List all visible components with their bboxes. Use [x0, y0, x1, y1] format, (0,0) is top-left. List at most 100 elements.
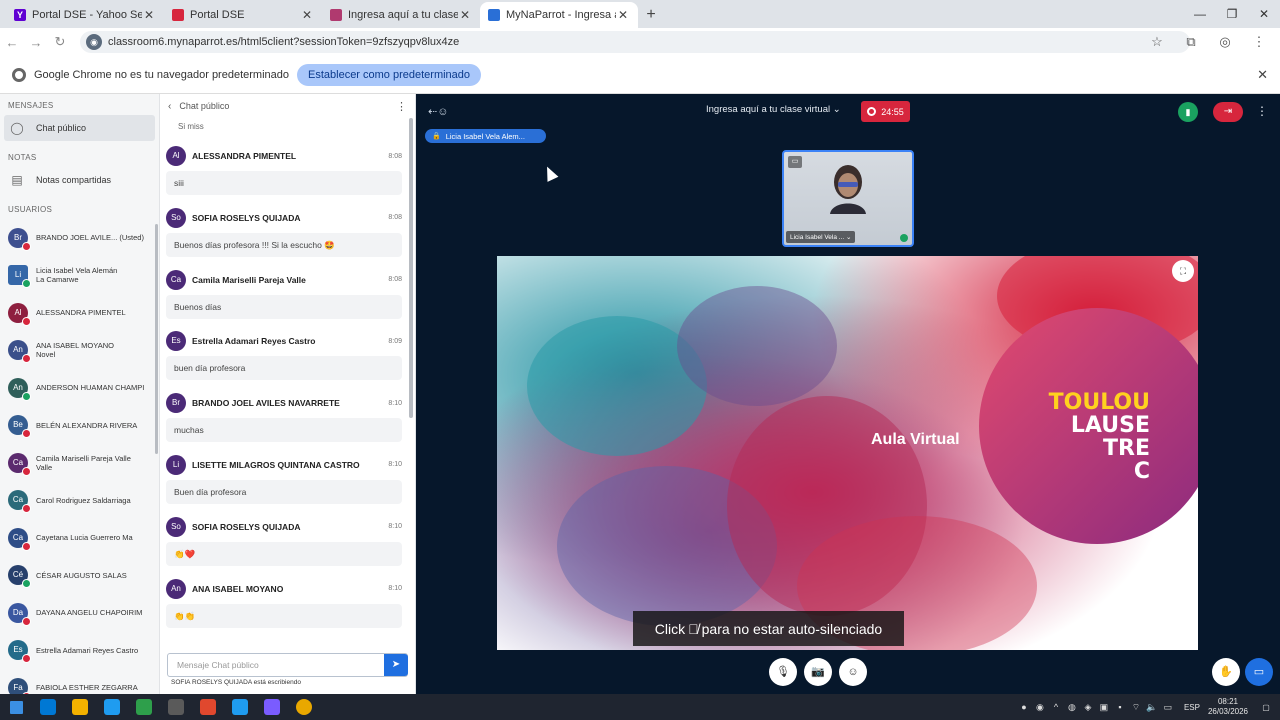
chat-message-input[interactable]: Mensaje Chat público — [167, 653, 408, 677]
user-list-item[interactable]: An ANA ISABEL MOYANO Novel — [0, 332, 159, 370]
taskbar-app-icon[interactable] — [160, 694, 192, 720]
chat-panel: ‹ Chat público ⋮ Si miss Al ALESSANDRA PI… — [160, 94, 416, 694]
user-list-item[interactable]: Br BRANDO JOEL AVILE... (Usted) — [0, 219, 159, 257]
avatar-initials: Al — [14, 307, 22, 317]
taskbar-app-icon[interactable] — [256, 694, 288, 720]
avatar: Al — [8, 302, 31, 326]
browser-tab[interactable]: Portal DSE ✕ — [164, 2, 322, 28]
user-name: Licia Isabel Vela Alemán La Camarwe — [36, 266, 118, 285]
close-tab-icon[interactable]: ✕ — [616, 8, 630, 22]
tray-app-icon[interactable]: ● — [1016, 702, 1032, 712]
browser-tab[interactable]: Y Portal DSE - Yahoo Search Tu r✕ — [6, 2, 164, 28]
discord-icon[interactable]: ◈ — [1080, 702, 1096, 713]
restore-icon[interactable]: ❐ — [1216, 0, 1248, 28]
tray-app-icon[interactable]: ◍ — [1064, 702, 1080, 713]
browser-tab[interactable]: MyNaParrot - Ingresa aquí✕ — [480, 2, 638, 28]
user-list-item[interactable]: Li Licia Isabel Vela Alemán La Camarwe — [0, 257, 159, 295]
menu-icon[interactable]: ⋮ — [1242, 34, 1276, 50]
minimize-icon[interactable]: — — [1184, 0, 1216, 28]
taskbar-app-icon[interactable] — [288, 694, 320, 720]
chat-sender-name: SOFIA ROSELYS QUIJADA — [192, 521, 301, 532]
avatar-initials: Be — [13, 420, 23, 430]
user-list-item[interactable]: Al ALESSANDRA PIMENTEL — [0, 294, 159, 332]
close-tab-icon[interactable]: ✕ — [300, 8, 314, 22]
leave-meeting-button[interactable]: ⇥ — [1213, 102, 1243, 122]
webcam-video[interactable]: ▭ Licia Isabel Vela ... ⌄ — [782, 150, 914, 247]
user-name: ANDERSON HUAMAN CHAMPI — [36, 383, 145, 393]
reactions-button[interactable]: ☺ — [839, 658, 867, 686]
taskbar-app-icon[interactable] — [32, 694, 64, 720]
user-list-item[interactable]: Be BELÉN ALEXANDRA RIVERA — [0, 407, 159, 445]
sidebar-scrollbar[interactable] — [155, 224, 158, 454]
close-window-icon[interactable]: ✕ — [1248, 0, 1280, 28]
presenter-pill[interactable]: 🔒 Licia Isabel Vela Alem... — [425, 129, 546, 143]
clock[interactable]: 08:21 26/03/2026 — [1208, 697, 1248, 717]
chevron-left-icon[interactable]: ‹ — [168, 101, 171, 112]
avatar: Es — [166, 331, 186, 352]
connection-status-icon[interactable]: ▮ — [1178, 102, 1198, 122]
browser-tab[interactable]: Ingresa aquí a tu clase virtual | M✕ — [322, 2, 480, 28]
start-button[interactable] — [0, 694, 32, 720]
tray-app-icon[interactable]: ◉ — [1032, 702, 1048, 713]
user-list-item[interactable]: An ANDERSON HUAMAN CHAMPI — [0, 369, 159, 407]
taskbar-app-icon[interactable] — [192, 694, 224, 720]
send-button[interactable]: ➤ — [384, 654, 408, 676]
recording-indicator[interactable]: 24:55 — [861, 101, 910, 122]
chevron-up-icon[interactable]: ^ — [1048, 702, 1064, 712]
sidebar-item-public-chat[interactable]: ◯ Chat público — [4, 115, 155, 141]
meeting-title[interactable]: Ingresa aquí a tu clase virtual ⌄ — [706, 104, 841, 115]
webcam-name-label[interactable]: Licia Isabel Vela ... ⌄ — [786, 231, 856, 243]
sidebar: MENSAJES ◯ Chat público NOTAS ▤ Notas co… — [0, 94, 160, 694]
chat-message-text: 👏❤️ — [166, 541, 402, 566]
pin-video-icon[interactable]: ▭ — [788, 156, 802, 168]
close-tab-icon[interactable]: ✕ — [458, 8, 472, 22]
record-icon — [867, 107, 877, 116]
set-default-button[interactable]: Establecer como predeterminado — [297, 63, 482, 86]
reload-icon[interactable]: ↻ — [48, 34, 72, 50]
forward-icon[interactable]: → — [24, 35, 48, 50]
user-list-toggle-icon[interactable]: ⇠☺ — [428, 105, 448, 118]
notifications-icon[interactable]: ▢ — [1258, 703, 1274, 712]
address-bar[interactable]: ◉ classroom6.mynaparrot.es/html5client?s… — [80, 31, 1190, 53]
user-list-item[interactable]: Ca Cayetana Lucia Guerrero Ma — [0, 519, 159, 557]
user-list-item[interactable]: Ca Camila Mariselli Pareja Valle Valle — [0, 444, 159, 482]
taskbar-app-icon[interactable] — [96, 694, 128, 720]
infobar-close-icon[interactable]: ✕ — [1257, 67, 1268, 83]
raise-hand-button[interactable]: ✋ — [1212, 658, 1240, 686]
taskbar-app-icon[interactable] — [224, 694, 256, 720]
battery-icon[interactable]: ▭ — [1160, 702, 1176, 713]
chat-scrollbar[interactable] — [409, 118, 413, 418]
sidebar-item-shared-notes[interactable]: ▤ Notas compartidas — [4, 167, 155, 193]
taskbar-app-icon[interactable] — [64, 694, 96, 720]
user-list-item[interactable]: Es Estrella Adamari Reyes Castro — [0, 632, 159, 670]
chat-message-time: 8:10 — [388, 585, 402, 593]
avatar: Ca — [8, 490, 31, 514]
options-menu-icon[interactable]: ⋮ — [1256, 104, 1268, 118]
presentation-slide[interactable]: Aula Virtual TOULOU LAUSE TRE C ⛶ — [497, 256, 1198, 650]
chat-options-icon[interactable]: ⋮ — [396, 100, 407, 113]
screen-share-button[interactable]: ▭ — [1245, 658, 1273, 686]
typing-indicator: SOFIA ROSELYS QUIJADA está escribiendo — [171, 679, 301, 686]
user-list-item[interactable]: Ca Carol Rodriguez Saldarriaga — [0, 482, 159, 520]
extensions-icon[interactable]: ⧉ — [1174, 34, 1208, 50]
new-tab-button[interactable]: + — [638, 2, 664, 28]
tray-app-icon[interactable]: ▣ — [1096, 702, 1112, 713]
profile-icon[interactable]: ◎ — [1208, 34, 1242, 50]
language-indicator[interactable]: ESP — [1184, 703, 1200, 712]
mic-status-icon — [22, 541, 31, 551]
user-list-item[interactable]: Da DAYANA ANGELU CHAPOIRIM — [0, 594, 159, 632]
webcam-toggle-button[interactable]: 📷 — [804, 658, 832, 686]
bookmark-star-icon[interactable]: ☆ — [1140, 34, 1174, 50]
volume-icon[interactable]: 🔈 — [1144, 702, 1160, 713]
wifi-icon[interactable]: ⌔ — [1128, 702, 1144, 713]
user-list-item[interactable]: Fa FABIOLA ESTHER ZEGARRA — [0, 669, 159, 694]
taskbar-app-icon[interactable] — [128, 694, 160, 720]
back-icon[interactable]: ← — [0, 35, 24, 50]
site-info-icon[interactable]: ◉ — [86, 34, 102, 50]
mic-status-icon — [22, 504, 31, 514]
close-tab-icon[interactable]: ✕ — [142, 8, 156, 22]
unmute-button[interactable]: 🎙 — [769, 658, 797, 686]
fullscreen-icon[interactable]: ⛶ — [1172, 260, 1194, 282]
user-list-item[interactable]: Cé CÉSAR AUGUSTO SALAS — [0, 557, 159, 595]
tray-app-icon[interactable]: ▪ — [1112, 702, 1128, 712]
